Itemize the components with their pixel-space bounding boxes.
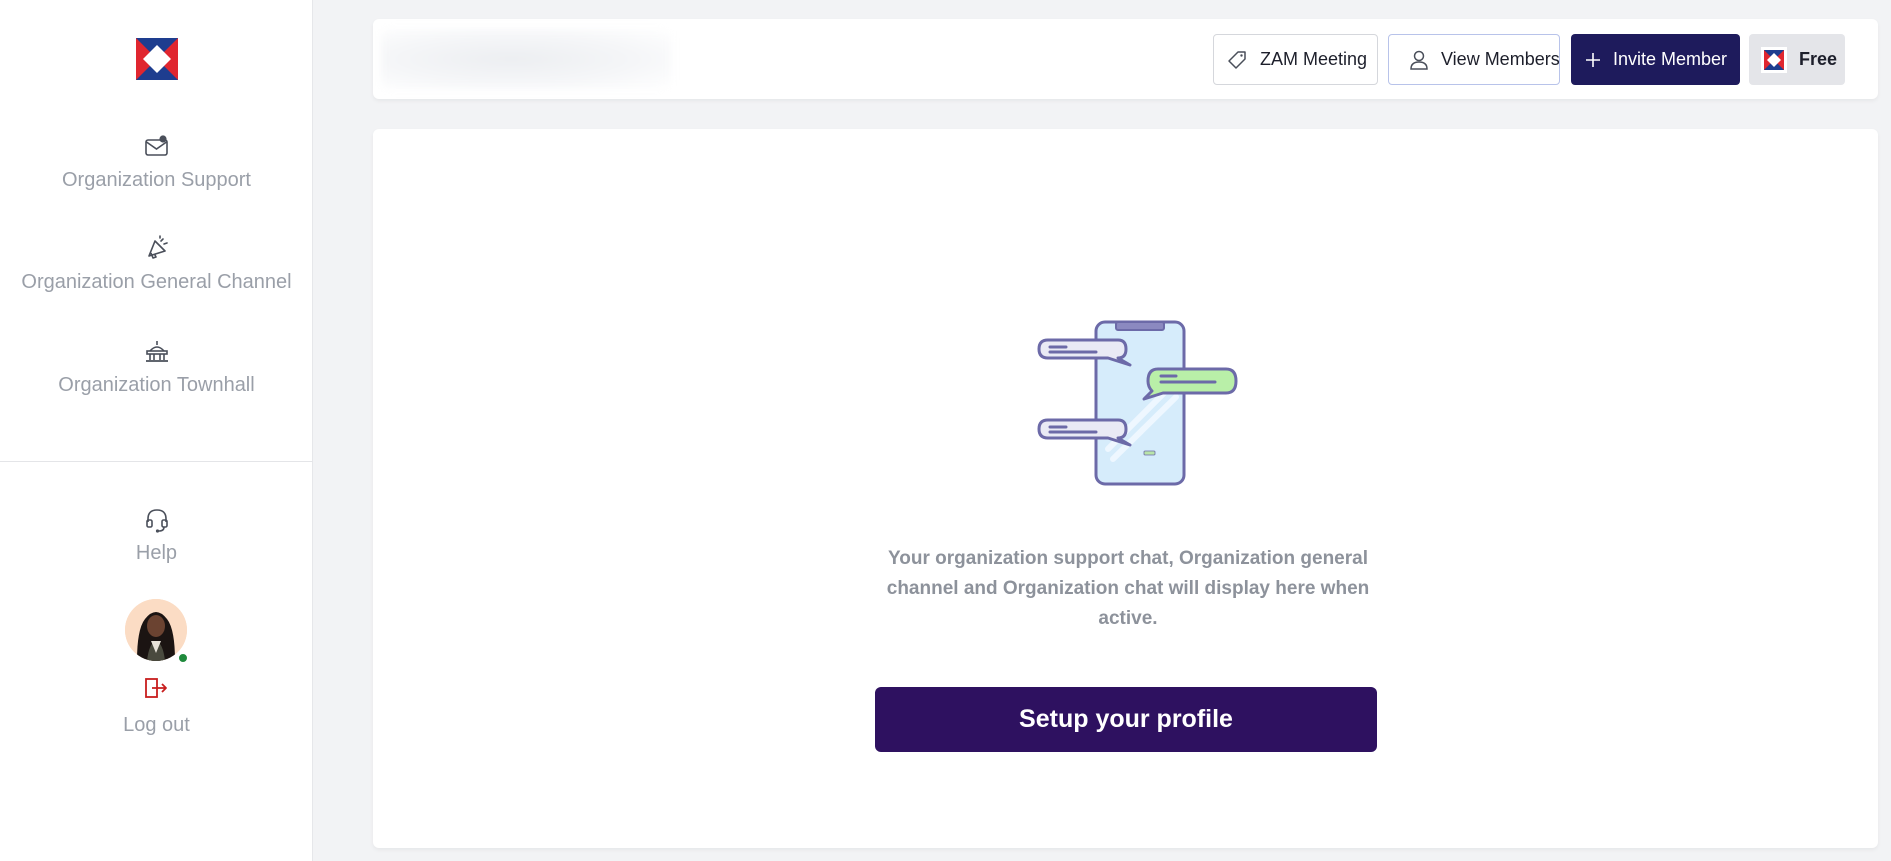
empty-state-message: Your organization support chat, Organiza… (886, 548, 1370, 629)
tag-icon (1226, 49, 1248, 71)
logout-icon[interactable] (143, 676, 169, 700)
plan-badge-button[interactable]: Free (1749, 34, 1845, 85)
townhall-icon (145, 341, 168, 362)
zam-meeting-button[interactable]: ZAM Meeting (1213, 34, 1378, 85)
blurred-organization-name (381, 29, 671, 89)
sidebar-item-organization-support[interactable]: Organization Support (0, 133, 313, 192)
invite-member-button[interactable]: Invite Member (1571, 34, 1740, 85)
plus-icon (1585, 52, 1601, 68)
online-status-indicator (177, 652, 189, 664)
megaphone-icon (147, 235, 168, 259)
invite-member-label: Invite Member (1613, 49, 1728, 69)
main-content-card: Your organization support chat, Organiza… (373, 129, 1878, 848)
sidebar-item-organization-townhall[interactable]: Organization Townhall (0, 338, 313, 397)
org-logo-icon (1761, 46, 1787, 73)
avatar[interactable] (125, 599, 187, 661)
zam-meeting-label: ZAM Meeting (1260, 49, 1368, 69)
sidebar-item-label: Help (135, 542, 178, 564)
sidebar-item-label: Organization General Channel (21, 271, 292, 293)
user-portrait-icon (125, 599, 187, 661)
sidebar-item-help[interactable]: Help (0, 506, 313, 565)
sidebar-divider (0, 461, 313, 462)
logout-label[interactable]: Log out (0, 714, 313, 737)
view-members-label: View Members (1441, 49, 1560, 69)
view-members-button[interactable]: View Members (1388, 34, 1560, 85)
chat-phone-illustration (1037, 320, 1238, 486)
sidebar-item-label: Organization Support (61, 169, 251, 191)
top-bar: ZAM Meeting View Members Invite Member F… (373, 19, 1878, 99)
sidebar-item-label: Organization Townhall (58, 374, 255, 396)
support-mail-icon (144, 135, 168, 156)
app-logo[interactable] (136, 38, 178, 80)
headset-icon (145, 509, 168, 533)
sidebar-item-organization-general-channel[interactable]: Organization General Channel (0, 235, 313, 294)
sidebar: Organization Support Organization Genera… (0, 0, 313, 861)
plan-label: Free (1799, 49, 1838, 69)
setup-profile-button[interactable]: Setup your profile (875, 687, 1377, 752)
user-icon (1409, 49, 1429, 71)
